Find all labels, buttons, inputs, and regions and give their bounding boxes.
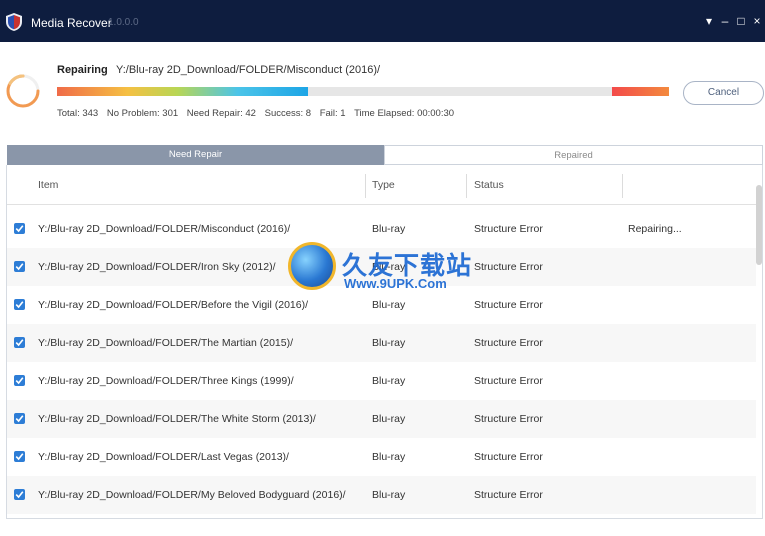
tab-repaired[interactable]: Repaired <box>384 145 763 165</box>
cell-type: Blu-ray <box>372 375 406 387</box>
cell-item: Y:/Blu-ray 2D_Download/FOLDER/Last Vegas… <box>38 451 289 463</box>
maximize-icon[interactable]: □ <box>734 14 748 28</box>
table-row[interactable]: Y:/Blu-ray 2D_Download/FOLDER/Last Vegas… <box>7 438 760 476</box>
column-divider[interactable] <box>365 174 366 198</box>
shield-logo-icon <box>6 13 22 31</box>
checkmark-icon <box>15 263 24 271</box>
cell-status: Structure Error <box>474 375 543 387</box>
cell-progress <box>628 438 748 476</box>
checkmark-icon <box>15 377 24 385</box>
stat-success: Success: 8 <box>264 108 312 119</box>
close-icon[interactable]: × <box>750 14 764 28</box>
column-header-type[interactable]: Type <box>372 174 395 204</box>
cell-status: Structure Error <box>474 337 543 349</box>
checkmark-icon <box>15 491 24 499</box>
row-checkbox[interactable] <box>14 223 25 234</box>
cell-item: Y:/Blu-ray 2D_Download/FOLDER/The Martia… <box>38 337 294 349</box>
stat-no-problem: No Problem: 301 <box>106 108 179 119</box>
cell-type: Blu-ray <box>372 413 406 425</box>
repairing-label: Repairing <box>57 64 108 76</box>
progress-bar-fill <box>57 87 308 96</box>
row-checkbox[interactable] <box>14 451 25 462</box>
checkmark-icon <box>15 339 24 347</box>
repair-table: Item Type Status Y:/Blu-ray 2D_Download/… <box>6 165 763 519</box>
stat-total: Total: 343 <box>57 108 99 119</box>
row-checkbox[interactable] <box>14 489 25 500</box>
table-row[interactable]: Y:/Blu-ray 2D_Download/FOLDER/Three King… <box>7 362 760 400</box>
cell-item: Y:/Blu-ray 2D_Download/FOLDER/My Beloved… <box>38 489 346 501</box>
cell-type: Blu-ray <box>372 337 406 349</box>
table-row[interactable]: Y:/Blu-ray 2D_Download/FOLDER/The Martia… <box>7 324 760 362</box>
vertical-scrollbar[interactable] <box>756 174 762 514</box>
cell-progress <box>628 286 748 324</box>
checkmark-icon <box>15 301 24 309</box>
table-row[interactable]: Y:/Blu-ray 2D_Download/FOLDER/My Beloved… <box>7 476 760 514</box>
progress-bar-tail <box>612 87 669 96</box>
cell-item: Y:/Blu-ray 2D_Download/FOLDER/Three King… <box>38 375 294 387</box>
column-divider[interactable] <box>622 174 623 198</box>
cell-status: Structure Error <box>474 489 543 501</box>
table-header: Item Type Status <box>7 174 760 205</box>
title-bar: Media Recover 1.0.0.0 ▾ – □ × <box>0 0 765 42</box>
column-header-status[interactable]: Status <box>474 174 504 204</box>
cell-type: Blu-ray <box>372 451 406 463</box>
cell-type: Blu-ray <box>372 489 406 501</box>
checkmark-icon <box>15 453 24 461</box>
dropdown-menu-icon[interactable]: ▾ <box>702 14 716 28</box>
scrollbar-thumb[interactable] <box>756 185 762 265</box>
cell-progress <box>628 400 748 438</box>
stat-fail: Fail: 1 <box>319 108 346 119</box>
row-checkbox[interactable] <box>14 299 25 310</box>
row-checkbox[interactable] <box>14 375 25 386</box>
app-title: Media Recover <box>31 16 112 30</box>
tab-need-repair[interactable]: Need Repair <box>7 145 384 165</box>
stat-time-elapsed: Time Elapsed: 00:00:30 <box>354 108 455 119</box>
row-checkbox[interactable] <box>14 261 25 272</box>
table-row[interactable]: Y:/Blu-ray 2D_Download/FOLDER/The White … <box>7 400 760 438</box>
checkmark-icon <box>15 415 24 423</box>
cell-progress <box>628 362 748 400</box>
row-checkbox[interactable] <box>14 337 25 348</box>
watermark-url: Www.9UPK.Com <box>344 276 447 291</box>
cell-progress <box>628 248 748 286</box>
progress-bar <box>57 87 669 96</box>
cell-progress <box>628 324 748 362</box>
column-header-item[interactable]: Item <box>38 174 58 204</box>
stat-need-repair: Need Repair: 42 <box>186 108 256 119</box>
cancel-button[interactable]: Cancel <box>683 81 764 105</box>
cell-status: Structure Error <box>474 451 543 463</box>
row-checkbox[interactable] <box>14 413 25 424</box>
minimize-icon[interactable]: – <box>718 14 732 28</box>
current-path: Y:/Blu-ray 2D_Download/FOLDER/Misconduct… <box>116 64 381 76</box>
stats-line: Total: 343 No Problem: 301 Need Repair: … <box>57 108 460 119</box>
column-divider[interactable] <box>466 174 467 198</box>
checkmark-icon <box>15 225 24 233</box>
cell-status: Structure Error <box>474 413 543 425</box>
globe-logo-icon <box>288 242 336 290</box>
watermark: 久友下载站 Www.9UPK.Com <box>270 228 505 308</box>
cell-progress: Repairing... <box>628 223 682 235</box>
app-version: 1.0.0.0 <box>108 17 139 28</box>
cell-progress <box>628 476 748 514</box>
loading-spinner-icon <box>6 74 40 108</box>
cell-item: Y:/Blu-ray 2D_Download/FOLDER/The White … <box>38 413 316 425</box>
